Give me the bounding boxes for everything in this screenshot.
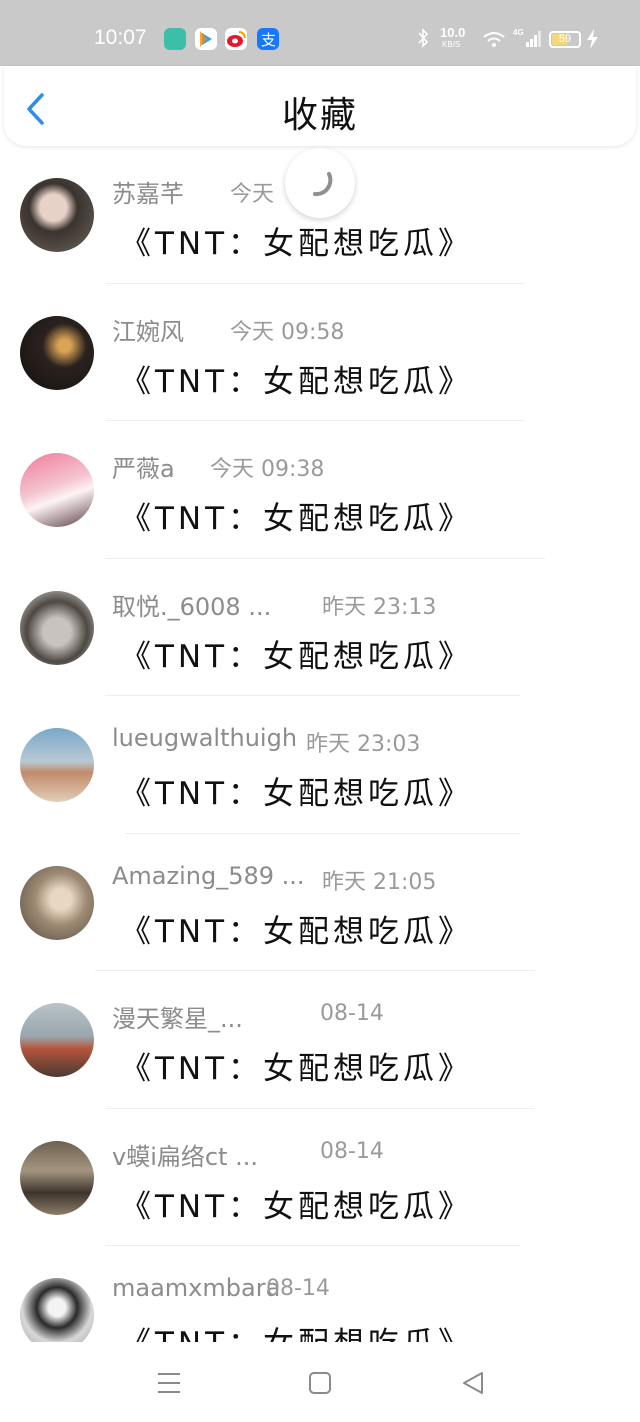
system-nav-bar <box>0 1342 640 1422</box>
list-item[interactable]: Amazing_589 ... 昨天 21:05 《TNT：女配想吃瓜》 <box>0 834 640 971</box>
list-item-title[interactable]: 《TNT：女配想吃瓜》 <box>120 493 473 538</box>
list-item-date: 08-14 <box>266 1276 330 1301</box>
list-item[interactable]: 漫天繁星_... 08-14 《TNT：女配想吃瓜》 <box>0 971 640 1109</box>
avatar[interactable] <box>20 865 94 940</box>
home-button[interactable] <box>305 1368 335 1398</box>
list-item-title[interactable]: 《TNT：女配想吃瓜》 <box>120 356 473 401</box>
list-item[interactable]: 取悦._6008 ... 昨天 23:13 《TNT：女配想吃瓜》 <box>0 559 640 696</box>
avatar[interactable] <box>20 1278 94 1352</box>
list-item-username[interactable]: maamxmbara <box>112 1274 280 1302</box>
list-item-username[interactable]: 取悦._6008 ... <box>112 587 271 622</box>
page-title: 收藏 <box>281 95 358 136</box>
avatar[interactable] <box>20 728 94 802</box>
bluetooth-icon <box>416 27 430 52</box>
list-item-date: 08-14 <box>320 1138 384 1164</box>
list-item-title[interactable]: 《TNT：女配想吃瓜》 <box>120 1181 473 1226</box>
app-icon-teal <box>164 28 186 50</box>
alipay-icon: 支 <box>257 28 279 50</box>
list-item-username[interactable]: Amazing_589 ... <box>112 862 305 890</box>
wifi-icon <box>482 30 506 51</box>
menu-button[interactable] <box>154 1368 184 1398</box>
list-item-date: 昨天 23:13 <box>322 594 437 620</box>
favorites-list: 苏嘉芊 今天 《TNT：女配想吃瓜》 江婉风 今天 09:58 《TNT：女配想… <box>0 146 640 1384</box>
svg-text:支: 支 <box>261 31 276 49</box>
list-item-date: 昨天 23:03 <box>306 732 421 757</box>
avatar[interactable] <box>20 315 94 390</box>
back-nav-button[interactable] <box>458 1368 488 1398</box>
menu-icon <box>158 1373 180 1393</box>
battery-level-text: 59 <box>558 33 572 45</box>
list-item-date: 08-14 <box>320 1001 384 1026</box>
loading-spinner <box>285 148 355 218</box>
list-item-title[interactable]: 《TNT：女配想吃瓜》 <box>120 1043 473 1088</box>
list-item-date: 今天 09:58 <box>230 319 345 345</box>
home-square-icon <box>309 1372 331 1394</box>
list-item-username[interactable]: 苏嘉芊 <box>112 174 184 209</box>
status-time: 10:07 <box>94 26 147 49</box>
net-speed: 10.0 <box>440 25 466 40</box>
charging-icon <box>586 29 600 52</box>
list-item[interactable]: 严薇a 今天 09:38 《TNT：女配想吃瓜》 <box>0 421 640 559</box>
header: 收藏 <box>4 66 636 146</box>
list-item-username[interactable]: lueugwalthuigh <box>112 724 297 752</box>
avatar[interactable] <box>20 590 94 665</box>
net-speed-unit: KB/S <box>442 40 461 49</box>
list-item[interactable]: 江婉风 今天 09:58 《TNT：女配想吃瓜》 <box>0 284 640 421</box>
list-item-title[interactable]: 《TNT：女配想吃瓜》 <box>120 631 473 676</box>
list-item-username[interactable]: 严薇a <box>112 449 175 484</box>
list-item[interactable]: v蟆i扁络ct ... 08-14 《TNT：女配想吃瓜》 <box>0 1109 640 1246</box>
list-item-title[interactable]: 《TNT：女配想吃瓜》 <box>120 218 473 263</box>
back-triangle-icon <box>463 1372 483 1394</box>
weibo-icon <box>225 28 247 50</box>
list-item-username[interactable]: 江婉风 <box>112 312 184 347</box>
signal-icon <box>526 30 542 51</box>
list-item-title[interactable]: 《TNT：女配想吃瓜》 <box>120 906 473 951</box>
list-item-date: 今天 <box>230 182 275 207</box>
avatar[interactable] <box>20 1140 94 1215</box>
list-item[interactable]: lueugwalthuigh 昨天 23:03 《TNT：女配想吃瓜》 <box>0 696 640 834</box>
status-bar: 10:07 支 10.0 KB/S 4G 59 <box>0 0 640 66</box>
avatar[interactable] <box>20 1003 94 1077</box>
loading-spinner-icon <box>313 172 333 197</box>
list-item-date: 昨天 21:05 <box>322 869 437 895</box>
avatar[interactable] <box>20 453 94 527</box>
list-item-date: 今天 09:38 <box>210 457 325 482</box>
list-item-username[interactable]: v蟆i扁络ct ... <box>112 1137 258 1172</box>
tencent-video-icon <box>195 28 217 50</box>
list-item-username[interactable]: 漫天繁星_... <box>112 999 243 1034</box>
battery-indicator: 59 <box>549 31 581 48</box>
avatar[interactable] <box>20 178 94 252</box>
list-item-title[interactable]: 《TNT：女配想吃瓜》 <box>120 768 473 813</box>
signal-label: 4G <box>513 28 524 37</box>
